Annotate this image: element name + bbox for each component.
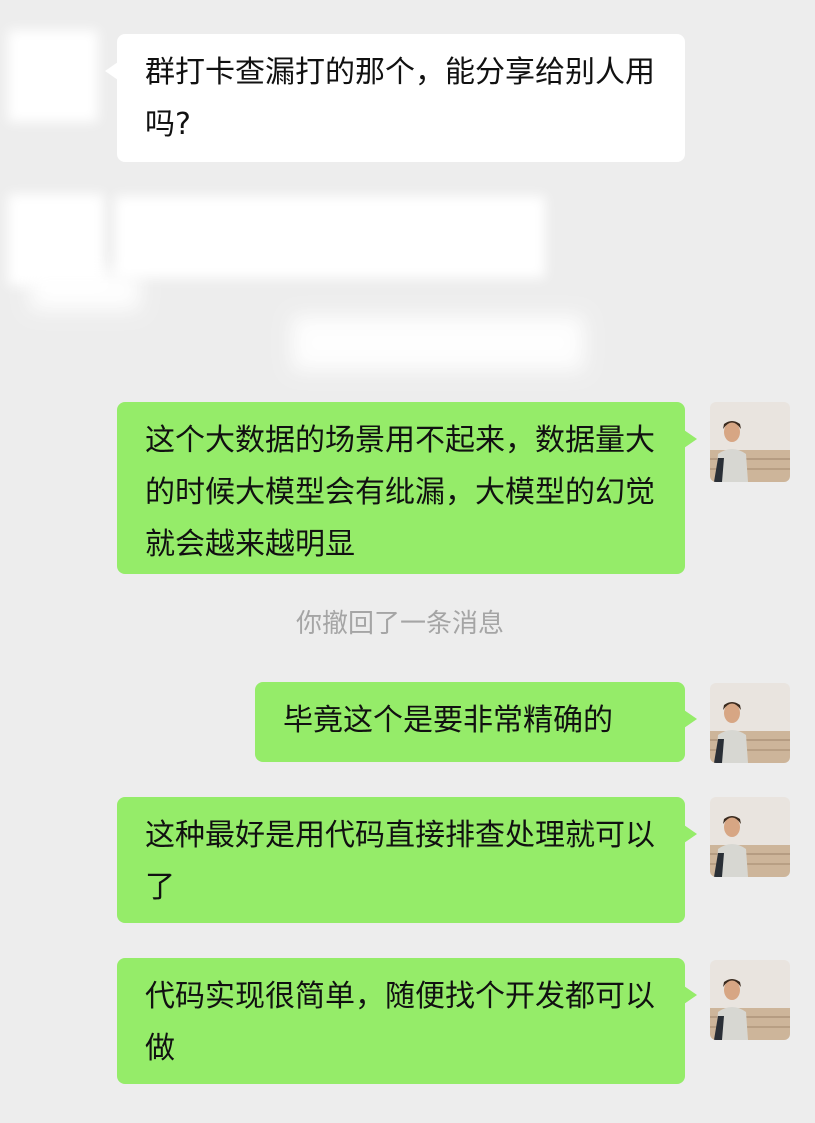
outgoing-message[interactable]: 毕竟这个是要非常精确的 [255, 682, 697, 762]
user-avatar-icon [710, 797, 790, 877]
user-avatar-icon[interactable] [710, 960, 790, 1040]
incoming-message[interactable]: 群打卡查漏打的那个，能分享给别人用吗? [105, 34, 685, 162]
user-avatar-icon [710, 402, 790, 482]
redacted-message [115, 196, 545, 278]
user-avatar-icon[interactable] [710, 402, 790, 482]
user-avatar-icon[interactable] [710, 797, 790, 877]
outgoing-message[interactable]: 这种最好是用代码直接排查处理就可以了 [117, 797, 697, 923]
outgoing-message[interactable]: 代码实现很简单，随便找个开发都可以做 [117, 958, 697, 1084]
user-avatar-icon [710, 683, 790, 763]
recall-notice: 你撤回了一条消息 [295, 609, 504, 639]
user-avatar-icon [710, 960, 790, 1040]
outgoing-message[interactable]: 这个大数据的场景用不起来，数据量大的时候大模型会有纰漏，大模型的幻觉就会越来越明… [117, 402, 697, 574]
redacted-notice [292, 316, 584, 370]
user-avatar-icon[interactable] [710, 683, 790, 763]
redacted-contact-avatar[interactable] [8, 30, 98, 122]
chat-window: 群打卡查漏打的那个，能分享给别人用吗? 这个大数据的场景用不起来，数据量大的时候… [0, 0, 815, 1123]
